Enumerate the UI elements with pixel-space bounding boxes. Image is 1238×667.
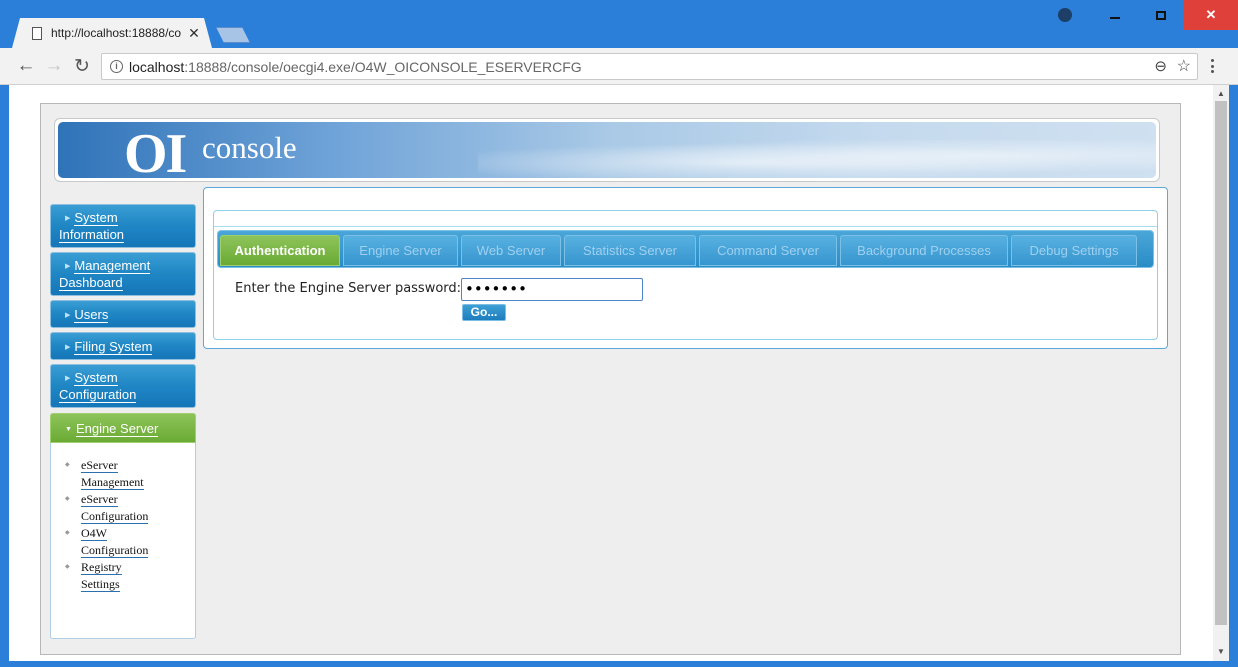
nav-label: System xyxy=(74,210,118,226)
minimize-button[interactable] xyxy=(1092,0,1138,30)
reload-icon[interactable]: ↻ xyxy=(70,54,94,78)
banner-sky-image: OI console xyxy=(58,122,1156,178)
minimize-icon xyxy=(1110,17,1120,19)
tab-statistics-server[interactable]: Statistics Server xyxy=(564,235,696,266)
nav-engine-server[interactable]: ▼ Engine Server xyxy=(50,413,196,443)
address-bar[interactable]: i localhost:18888/console/oecgi4.exe/O4W… xyxy=(101,53,1198,80)
nav-users[interactable]: ▶ Users xyxy=(50,300,196,328)
maximize-icon xyxy=(1156,10,1166,20)
new-tab-button[interactable] xyxy=(216,27,250,43)
tab-command-server[interactable]: Command Server xyxy=(699,235,837,266)
nav-label: System xyxy=(74,370,118,386)
engine-server-submenu: eServer Management eServer Configuration O… xyxy=(50,443,196,639)
submenu-text: O4W xyxy=(81,526,107,540)
nav-management-dashboard[interactable]: ▶ Management Dashboard xyxy=(50,252,196,296)
password-label: Enter the Engine Server password: xyxy=(235,281,462,296)
zoom-icon[interactable]: ⊖ xyxy=(1154,57,1167,75)
submenu-text: eServer xyxy=(81,458,118,472)
nav-arrow-icon: ▶ xyxy=(65,215,71,222)
nav-system-configuration[interactable]: ▶ System Configuration xyxy=(50,364,196,408)
submenu-text: eServer xyxy=(81,492,118,506)
nav-system-information[interactable]: ▶ System Information xyxy=(50,204,196,248)
nav-label: Engine Server xyxy=(75,421,159,437)
page-icon xyxy=(32,26,42,40)
tabs-container: Authentication Engine Server Web Server … xyxy=(213,210,1158,340)
tab-background-processes[interactable]: Background Processes xyxy=(840,235,1008,266)
submenu-link-eserver-management[interactable]: eServer xyxy=(81,458,118,473)
url-path: :18888/console/oecgi4.exe/O4W_OICONSOLE_… xyxy=(184,58,582,75)
divider xyxy=(214,226,1157,227)
info-icon[interactable]: i xyxy=(110,60,123,73)
submenu-text: Management xyxy=(81,475,144,489)
logo-oi: OI xyxy=(124,123,187,178)
nav-arrow-icon: ▶ xyxy=(65,344,71,351)
password-input[interactable]: ••••••• xyxy=(461,278,643,301)
submenu-link-o4w-configuration[interactable]: Configuration xyxy=(81,543,149,558)
submenu-link-registry-settings[interactable]: Settings xyxy=(81,577,120,592)
maximize-button[interactable] xyxy=(1138,0,1184,30)
logo-console: console xyxy=(202,130,297,165)
submenu-text: Registry xyxy=(81,560,122,574)
nav-label: Configuration xyxy=(59,387,137,403)
nav-filing-system[interactable]: ▶ Filing System xyxy=(50,332,196,360)
submenu-text: Configuration xyxy=(81,509,149,523)
go-button[interactable]: Go... xyxy=(462,304,506,321)
nav-arrow-icon: ▶ xyxy=(65,312,71,319)
tab-engine-server[interactable]: Engine Server xyxy=(343,235,458,266)
bookmark-star-icon[interactable]: ☆ xyxy=(1177,56,1191,76)
nav-arrow-icon: ▶ xyxy=(65,375,71,382)
close-window-button[interactable]: ✕ xyxy=(1184,0,1238,30)
submenu-link-eserver-management[interactable]: Management xyxy=(81,475,144,490)
tab-authentication[interactable]: Authentication xyxy=(220,235,340,266)
submenu-link-o4w-configuration[interactable]: O4W xyxy=(81,526,107,541)
tab-close-icon[interactable]: ✕ xyxy=(187,25,201,42)
tab-title: http://localhost:18888/co xyxy=(51,26,181,40)
submenu-item: O4W Configuration xyxy=(65,525,195,559)
tab-bar: Authentication Engine Server Web Server … xyxy=(217,230,1154,268)
submenu-text: Settings xyxy=(81,577,120,591)
nav-label: Management xyxy=(74,258,151,274)
submenu-link-eserver-configuration[interactable]: eServer xyxy=(81,492,118,507)
back-arrow-icon[interactable]: ← xyxy=(14,54,38,78)
submenu-link-registry-settings[interactable]: Registry xyxy=(81,560,122,575)
url-host: localhost xyxy=(129,58,185,75)
vertical-scrollbar[interactable]: ▲ ▼ xyxy=(1213,85,1229,661)
scroll-up-arrow-icon[interactable]: ▲ xyxy=(1213,87,1229,101)
tab-debug-settings[interactable]: Debug Settings xyxy=(1011,235,1137,266)
submenu-item: eServer Management xyxy=(65,457,195,491)
submenu-item: eServer Configuration xyxy=(65,491,195,525)
nav-label: Information xyxy=(59,227,125,243)
nav-arrow-icon: ▶ xyxy=(65,263,71,270)
browser-toolbar: ← → ↻ i localhost:18888/console/oecgi4.e… xyxy=(0,48,1238,85)
oi-console-banner: OI console xyxy=(54,118,1160,182)
nav-label: Users xyxy=(74,307,109,323)
tab-web-server[interactable]: Web Server xyxy=(461,235,561,266)
nav-label: Dashboard xyxy=(59,275,123,291)
scroll-thumb[interactable] xyxy=(1215,101,1227,625)
console-page: OI console ▶ System Information ▶ Manageme… xyxy=(40,103,1181,655)
scroll-down-arrow-icon[interactable]: ▼ xyxy=(1213,645,1229,659)
window-titlebar: http://localhost:18888/co ✕ ✕ xyxy=(0,0,1238,48)
nav-arrow-down-icon: ▼ xyxy=(65,426,72,433)
browser-tab[interactable]: http://localhost:18888/co ✕ xyxy=(12,18,212,48)
browser-menu-icon[interactable] xyxy=(1206,56,1218,76)
submenu-link-eserver-configuration[interactable]: Configuration xyxy=(81,509,149,524)
main-content-panel: Authentication Engine Server Web Server … xyxy=(203,187,1168,349)
nav-label: Filing System xyxy=(74,339,153,355)
page-viewport: OI console ▶ System Information ▶ Manageme… xyxy=(9,85,1229,661)
forward-arrow-icon[interactable]: → xyxy=(42,54,66,78)
submenu-item: Registry Settings xyxy=(65,559,195,593)
submenu-text: Configuration xyxy=(81,543,149,557)
user-profile-icon[interactable] xyxy=(1058,8,1072,22)
